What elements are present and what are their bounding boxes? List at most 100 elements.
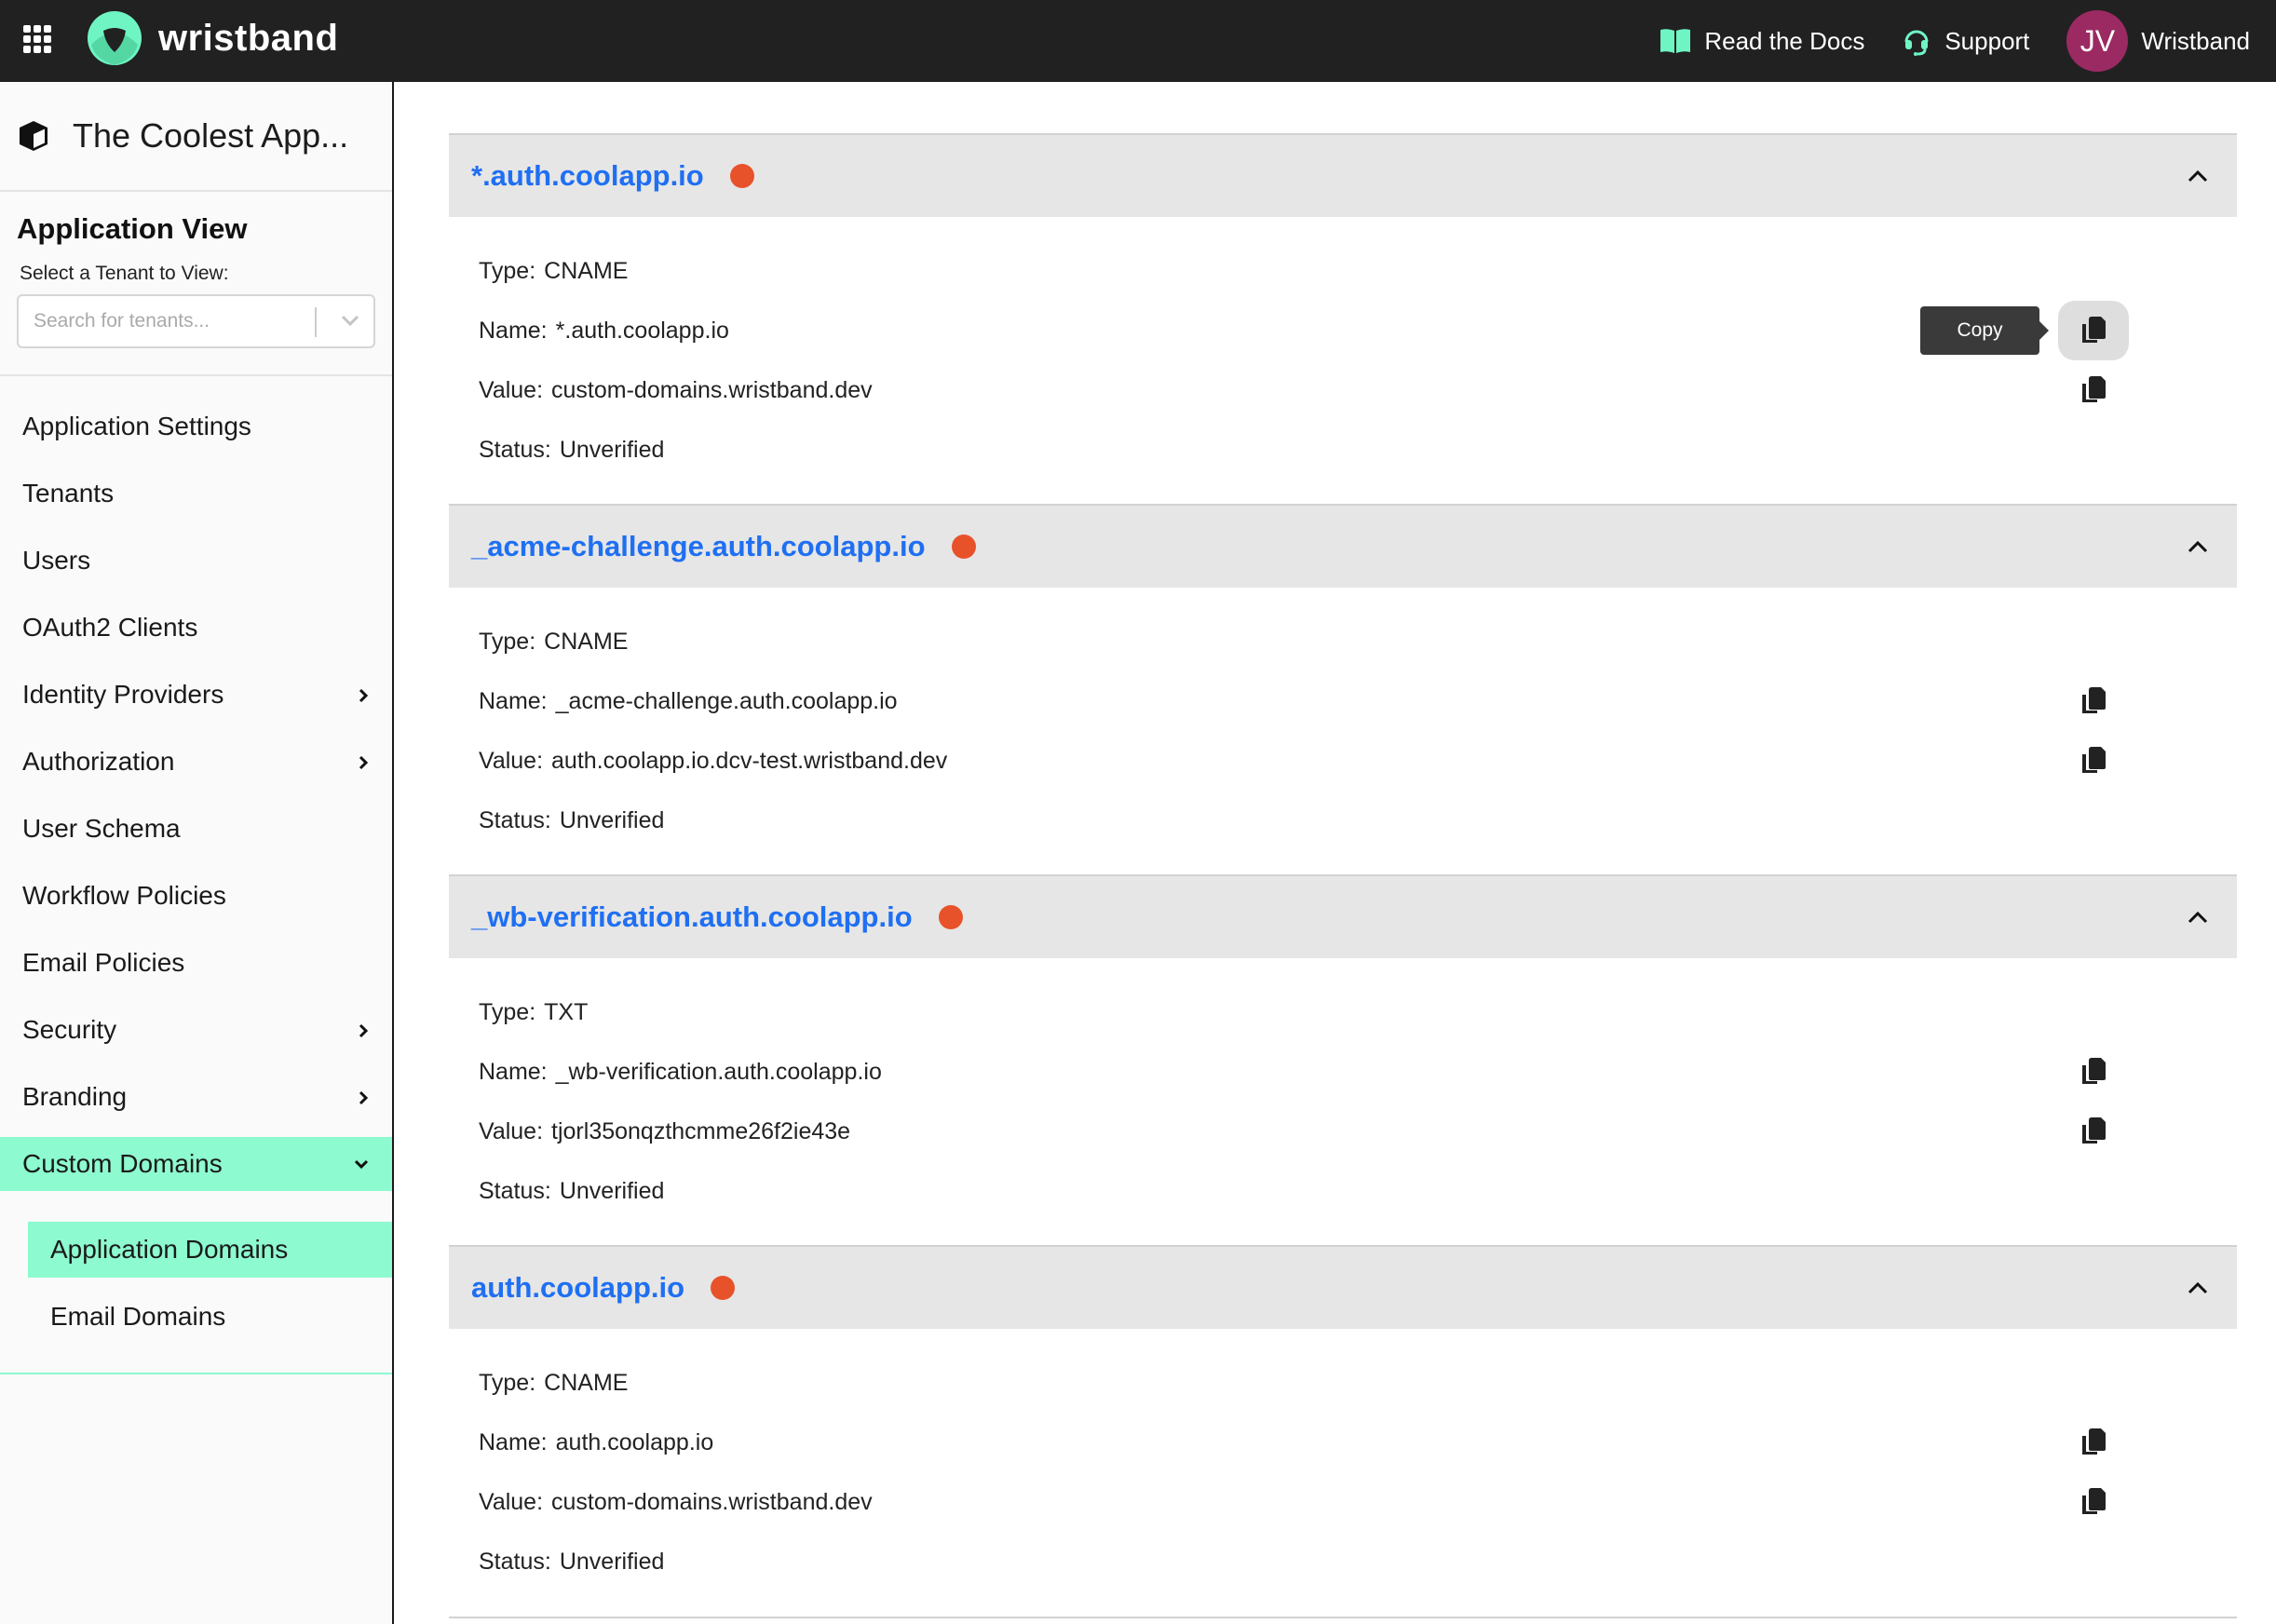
sidebar-item-tenants[interactable]: Tenants bbox=[0, 460, 392, 527]
record-value-value: custom-domains.wristband.dev bbox=[551, 1488, 873, 1515]
tenant-search-input[interactable] bbox=[19, 310, 307, 332]
record-type-label: Type: bbox=[479, 998, 536, 1025]
chevron-up-icon[interactable] bbox=[2187, 539, 2209, 554]
record-type-row: Type: TXT bbox=[479, 994, 588, 1031]
domain-panel-header[interactable]: _acme-challenge.auth.coolapp.io bbox=[449, 504, 2237, 588]
application-title-label: The Coolest App... bbox=[73, 116, 349, 155]
record-value-row: Value: tjorl35onqzthcmme26f2ie43e bbox=[479, 1113, 850, 1150]
sidebar-item-oauth2-clients[interactable]: OAuth2 Clients bbox=[0, 594, 392, 661]
sidebar-subitem-email-domains[interactable]: Email Domains bbox=[28, 1289, 392, 1345]
copy-icon bbox=[2082, 1428, 2106, 1455]
domain-title[interactable]: _acme-challenge.auth.coolapp.io bbox=[471, 530, 926, 563]
domain-panel-header[interactable]: _wb-verification.auth.coolapp.io bbox=[449, 874, 2237, 958]
record-type-row: Type: CNAME bbox=[479, 623, 628, 660]
record-name-value: _acme-challenge.auth.coolapp.io bbox=[555, 687, 898, 714]
copy-icon bbox=[2082, 1058, 2106, 1084]
sidebar-subitem-application-domains[interactable]: Application Domains bbox=[28, 1222, 392, 1278]
sidebar-item-authorization[interactable]: Authorization bbox=[0, 728, 392, 795]
sidebar-item-label: Authorization bbox=[22, 747, 175, 776]
domain-title[interactable]: *.auth.coolapp.io bbox=[471, 159, 704, 193]
chevron-right-icon bbox=[359, 755, 369, 770]
record-type-row: Type: CNAME bbox=[479, 252, 628, 290]
sidebar-item-email-policies[interactable]: Email Policies bbox=[0, 929, 392, 996]
custom-domains-submenu: Application Domains Email Domains bbox=[0, 1198, 392, 1374]
select-divider bbox=[315, 307, 317, 337]
dns-record-details: Type: CNAME Name: *.auth.coolapp.io Value:… bbox=[449, 217, 2237, 504]
user-avatar[interactable]: JV bbox=[2066, 10, 2129, 72]
dns-record-details: Type: CNAME Name: auth.coolapp.io Value: cu… bbox=[449, 1329, 2237, 1616]
copy-value-button[interactable] bbox=[2058, 1102, 2129, 1161]
domain-panel-header[interactable]: auth.coolapp.io bbox=[449, 1245, 2237, 1329]
record-value-label: Value: bbox=[479, 1117, 544, 1144]
sidebar-item-application-settings[interactable]: Application Settings bbox=[0, 393, 392, 460]
chevron-up-icon[interactable] bbox=[2187, 910, 2209, 925]
copy-icon bbox=[2082, 747, 2106, 773]
sidebar-item-custom-domains[interactable]: Custom Domains bbox=[0, 1137, 392, 1191]
copy-tooltip: Copy bbox=[1920, 306, 2049, 355]
record-value-label: Value: bbox=[479, 747, 544, 774]
record-name-value: *.auth.coolapp.io bbox=[555, 317, 729, 344]
sidebar-item-label: Users bbox=[22, 546, 91, 575]
record-status-row: Status: Unverified bbox=[479, 431, 664, 468]
support-link[interactable]: Support bbox=[1902, 26, 2029, 56]
sidebar-item-security[interactable]: Security bbox=[0, 996, 392, 1063]
account-name[interactable]: Wristband bbox=[2141, 27, 2250, 56]
chevron-right-icon bbox=[359, 688, 369, 703]
read-the-docs-link[interactable]: Read the Docs bbox=[1660, 27, 1864, 56]
status-dot bbox=[729, 164, 754, 188]
copy-value-button[interactable] bbox=[2058, 360, 2129, 420]
copy-icon bbox=[2082, 1117, 2106, 1144]
app-launcher-grid-icon[interactable] bbox=[22, 24, 52, 54]
copy-name-button[interactable] bbox=[2058, 301, 2129, 360]
domain-title[interactable]: _wb-verification.auth.coolapp.io bbox=[471, 900, 913, 934]
record-status-label: Status: bbox=[479, 1177, 551, 1204]
sidebar-item-identity-providers[interactable]: Identity Providers bbox=[0, 661, 392, 728]
chevron-right-icon bbox=[359, 1023, 369, 1038]
copy-value-button[interactable] bbox=[2058, 1472, 2129, 1532]
sidebar-item-label: Application Settings bbox=[22, 412, 251, 440]
record-status-label: Status: bbox=[479, 806, 551, 833]
domain-panel-header[interactable]: *.auth.coolapp.io bbox=[449, 133, 2237, 217]
sidebar-item-branding[interactable]: Branding bbox=[0, 1063, 392, 1130]
sidebar-item-label: Security bbox=[22, 1015, 117, 1044]
record-status-value: Unverified bbox=[559, 1548, 665, 1575]
record-name-label: Name: bbox=[479, 687, 548, 714]
chevron-down-icon[interactable] bbox=[340, 313, 360, 328]
wristband-logo-icon bbox=[88, 11, 142, 65]
application-title[interactable]: The Coolest App... bbox=[0, 82, 392, 192]
record-status-value: Unverified bbox=[559, 1177, 665, 1204]
record-name-value: auth.coolapp.io bbox=[555, 1428, 714, 1455]
record-type-value: TXT bbox=[544, 998, 589, 1025]
copy-icon bbox=[2082, 317, 2106, 343]
sidebar-subitem-label: Email Domains bbox=[50, 1302, 226, 1331]
domain-title[interactable]: auth.coolapp.io bbox=[471, 1271, 684, 1305]
copy-name-button[interactable] bbox=[2058, 671, 2129, 731]
record-name-value: _wb-verification.auth.coolapp.io bbox=[555, 1058, 882, 1085]
record-value-row: Value: auth.coolapp.io.dcv-test.wristband… bbox=[479, 742, 947, 779]
sidebar-item-workflow-policies[interactable]: Workflow Policies bbox=[0, 862, 392, 929]
record-type-row: Type: CNAME bbox=[479, 1364, 628, 1401]
read-the-docs-label: Read the Docs bbox=[1704, 26, 1865, 55]
wristband-logo[interactable]: wristband bbox=[88, 11, 338, 65]
sidebar-item-label: Identity Providers bbox=[22, 680, 224, 709]
record-type-label: Type: bbox=[479, 628, 536, 655]
book-icon bbox=[1660, 29, 1691, 53]
tenant-select[interactable] bbox=[17, 294, 375, 348]
record-type-value: CNAME bbox=[544, 1369, 629, 1396]
chevron-up-icon[interactable] bbox=[2187, 1280, 2209, 1295]
record-type-value: CNAME bbox=[544, 628, 629, 655]
copy-name-button[interactable] bbox=[2058, 1413, 2129, 1472]
chevron-right-icon bbox=[359, 1090, 369, 1105]
record-type-label: Type: bbox=[479, 1369, 536, 1396]
copy-name-button[interactable] bbox=[2058, 1042, 2129, 1102]
dns-record-details: Type: TXT Name: _wb-verification.auth.cool… bbox=[449, 958, 2237, 1245]
record-name-row: Name: *.auth.coolapp.io bbox=[479, 312, 729, 349]
copy-value-button[interactable] bbox=[2058, 731, 2129, 791]
tenant-select-label: Select a Tenant to View: bbox=[20, 263, 229, 284]
sidebar-item-user-schema[interactable]: User Schema bbox=[0, 795, 392, 862]
chevron-up-icon[interactable] bbox=[2187, 169, 2209, 183]
record-value-value: custom-domains.wristband.dev bbox=[551, 376, 873, 403]
domain-panel: *.auth.coolapp.io Type: CNAME Name: *.auth… bbox=[449, 133, 2237, 504]
sidebar-item-users[interactable]: Users bbox=[0, 527, 392, 594]
support-label: Support bbox=[1944, 26, 2030, 55]
